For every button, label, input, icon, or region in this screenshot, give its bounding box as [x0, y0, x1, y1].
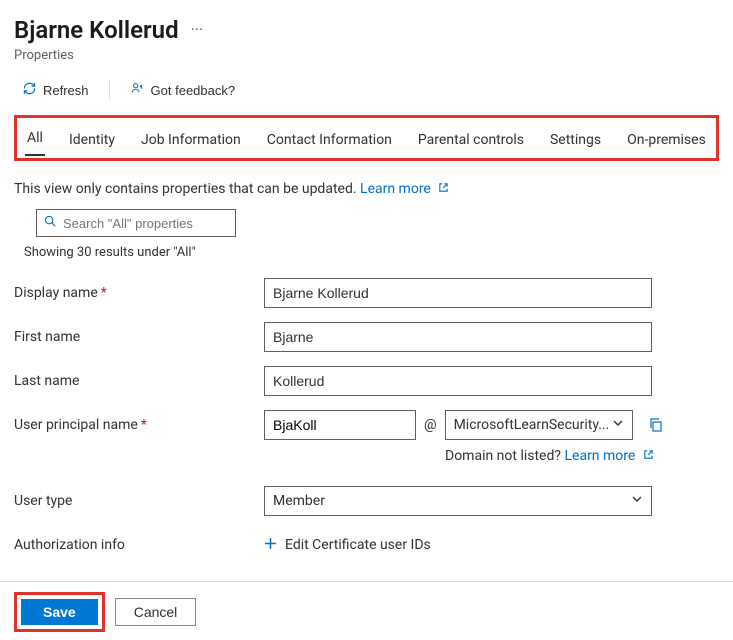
upn-domain-select[interactable]: MicrosoftLearnSecurity...: [445, 410, 633, 440]
feedback-button[interactable]: Got feedback?: [122, 77, 244, 103]
edit-certificate-ids-button[interactable]: Edit Certificate user IDs: [264, 537, 431, 554]
tabs-bar: All Identity Job Information Contact Inf…: [19, 120, 714, 156]
learn-more-label: Learn more: [360, 181, 431, 197]
cancel-button[interactable]: Cancel: [115, 598, 197, 626]
refresh-label: Refresh: [43, 83, 89, 98]
external-link-icon: [643, 450, 654, 463]
upn-domain-value: MicrosoftLearnSecurity...: [454, 417, 610, 433]
plus-icon: [264, 537, 277, 554]
display-name-label: Display name*: [14, 285, 264, 301]
first-name-input[interactable]: [264, 322, 652, 352]
save-highlight-box: Save: [14, 592, 105, 632]
domain-learn-more-link[interactable]: Learn more: [564, 448, 653, 464]
tab-contact-information[interactable]: Contact Information: [265, 126, 394, 156]
info-text: This view only contains properties that …: [14, 181, 357, 197]
tabs-highlight-box: All Identity Job Information Contact Inf…: [14, 115, 719, 161]
tab-parental-controls[interactable]: Parental controls: [416, 126, 526, 156]
copy-upn-button[interactable]: [641, 410, 671, 440]
refresh-button[interactable]: Refresh: [14, 77, 97, 103]
refresh-icon: [22, 81, 37, 99]
first-name-label: First name: [14, 329, 264, 345]
domain-hint: Domain not listed? Learn more: [445, 448, 719, 464]
display-name-input[interactable]: [264, 278, 652, 308]
tab-settings[interactable]: Settings: [548, 126, 603, 156]
footer-bar: Save Cancel: [0, 581, 733, 640]
domain-learn-more-label: Learn more: [564, 448, 635, 464]
learn-more-link[interactable]: Learn more: [360, 181, 449, 197]
upn-label: User principal name*: [14, 417, 264, 433]
save-button[interactable]: Save: [21, 599, 98, 625]
last-name-label: Last name: [14, 373, 264, 389]
user-type-select[interactable]: Member: [264, 486, 652, 516]
external-link-icon: [438, 183, 449, 196]
user-type-label: User type: [14, 493, 264, 509]
page-subtitle: Properties: [14, 48, 719, 63]
search-box[interactable]: [36, 209, 236, 237]
tab-job-information[interactable]: Job Information: [139, 126, 243, 156]
feedback-label: Got feedback?: [151, 83, 236, 98]
upn-user-input[interactable]: [264, 410, 416, 440]
last-name-input[interactable]: [264, 366, 652, 396]
tab-on-premises[interactable]: On-premises: [625, 126, 708, 156]
command-divider: [109, 79, 110, 101]
upn-at: @: [424, 417, 437, 433]
page-title: Bjarne Kollerud: [14, 16, 179, 44]
tab-all[interactable]: All: [25, 124, 45, 156]
chevron-down-icon: [631, 493, 643, 509]
more-actions-button[interactable]: ···: [187, 22, 208, 38]
info-line: This view only contains properties that …: [14, 181, 719, 197]
chevron-down-icon: [612, 417, 624, 433]
feedback-icon: [130, 81, 145, 99]
authorization-info-label: Authorization info: [14, 537, 264, 553]
tab-identity[interactable]: Identity: [67, 126, 117, 156]
search-results-count: Showing 30 results under "All": [24, 245, 719, 260]
search-input[interactable]: [57, 215, 241, 232]
edit-certificate-ids-label: Edit Certificate user IDs: [285, 537, 431, 553]
user-type-value: Member: [273, 493, 325, 509]
search-icon: [43, 214, 57, 232]
